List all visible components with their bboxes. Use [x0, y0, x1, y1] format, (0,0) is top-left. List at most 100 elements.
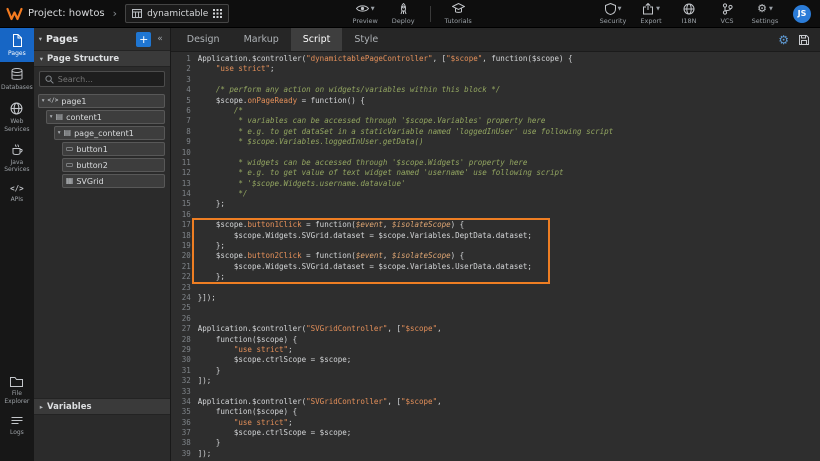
- tutorials-label: Tutorials: [445, 17, 472, 25]
- code-line[interactable]: 34Application.$controller("SVGridControl…: [171, 397, 820, 407]
- code-line[interactable]: 28 function($scope) {: [171, 335, 820, 345]
- code-line[interactable]: 31 }: [171, 366, 820, 376]
- code-line[interactable]: 26: [171, 314, 820, 324]
- table-icon: [132, 9, 142, 18]
- tree-item-svgrid[interactable]: ▦ SVGrid: [62, 174, 165, 188]
- tree-item-page-content1[interactable]: ▾ ▤ page_content1: [54, 126, 165, 140]
- eye-icon: [356, 4, 369, 13]
- tree-item-page1[interactable]: ▾ </> page1: [38, 94, 165, 108]
- user-avatar[interactable]: JS: [793, 5, 811, 23]
- sidebar-item-label: Web Services: [1, 118, 33, 132]
- tree-item-label: page_content1: [74, 129, 134, 138]
- code-line[interactable]: 25: [171, 303, 820, 313]
- tab-markup[interactable]: Markup: [232, 28, 291, 51]
- code-line[interactable]: 8 * e.g. to get dataSet in a staticVaria…: [171, 127, 820, 137]
- code-text: ]);: [191, 376, 212, 386]
- code-text: $scope.ctrlScope = $scope;: [191, 428, 352, 438]
- wavemaker-logo-icon[interactable]: [0, 7, 28, 21]
- sidebar-item-file-explorer[interactable]: File Explorer: [0, 370, 34, 409]
- line-number: 16: [171, 210, 191, 220]
- page-structure-header[interactable]: ▾ Page Structure: [34, 50, 170, 67]
- grid-widget-icon: ▦: [66, 177, 74, 185]
- code-line[interactable]: 35 function($scope) {: [171, 407, 820, 417]
- add-page-button[interactable]: +: [136, 32, 151, 47]
- code-text: }]);: [191, 293, 216, 303]
- settings-label: Settings: [752, 17, 779, 25]
- tree-item-button2[interactable]: ▭ button2: [62, 158, 165, 172]
- line-number: 38: [171, 438, 191, 448]
- code-line[interactable]: 37 $scope.ctrlScope = $scope;: [171, 428, 820, 438]
- tree-item-content1[interactable]: ▾ ▤ content1: [46, 110, 165, 124]
- code-line[interactable]: 24}]);: [171, 293, 820, 303]
- code-line[interactable]: 6 /*: [171, 106, 820, 116]
- save-icon[interactable]: [798, 34, 810, 46]
- code-line[interactable]: 16: [171, 210, 820, 220]
- code-line[interactable]: 10: [171, 148, 820, 158]
- sidebar-item-databases[interactable]: Databases: [0, 62, 34, 96]
- code-line[interactable]: 27Application.$controller("SVGridControl…: [171, 324, 820, 334]
- collapse-panel-icon[interactable]: «: [155, 34, 165, 44]
- variables-header[interactable]: ▸ Variables: [34, 398, 170, 415]
- line-number: 23: [171, 283, 191, 293]
- tutorials-button[interactable]: Tutorials: [439, 3, 477, 25]
- tree-item-button1[interactable]: ▭ button1: [62, 142, 165, 156]
- code-line[interactable]: 22 };: [171, 272, 820, 282]
- code-line[interactable]: 9 * $scope.Variables.loggedInUser.getDat…: [171, 137, 820, 147]
- sidebar-item-java-services[interactable]: Java Services: [0, 138, 34, 178]
- preview-label: Preview: [353, 17, 378, 25]
- tree-item-label: content1: [66, 113, 102, 122]
- code-line[interactable]: 32]);: [171, 376, 820, 386]
- branch-icon: [722, 3, 733, 15]
- editor-settings-gear-icon[interactable]: ⚙: [778, 34, 789, 46]
- code-line[interactable]: 12 * e.g. to get value of text widget na…: [171, 168, 820, 178]
- i18n-button[interactable]: I18N: [670, 3, 708, 25]
- main-area: Pages Databases Web Services Java Servic…: [0, 28, 820, 461]
- code-line[interactable]: 7 * variables can be accessed through '$…: [171, 116, 820, 126]
- page-selector-dropdown[interactable]: dynamictable: [125, 4, 229, 23]
- tab-script[interactable]: Script: [291, 28, 343, 51]
- code-lines: 1Application.$controller("dynamictablePa…: [171, 54, 820, 459]
- settings-button[interactable]: ⚙ ▼ Settings: [746, 3, 784, 25]
- vcs-button[interactable]: VCS: [708, 3, 746, 25]
- sidebar-item-web-services[interactable]: Web Services: [0, 96, 34, 137]
- code-line[interactable]: 3: [171, 75, 820, 85]
- code-line[interactable]: 1Application.$controller("dynamictablePa…: [171, 54, 820, 64]
- code-line[interactable]: 2 "use strict";: [171, 64, 820, 74]
- code-line[interactable]: 21 $scope.Widgets.SVGrid.dataset = $scop…: [171, 262, 820, 272]
- preview-button[interactable]: ▼ Preview: [346, 3, 384, 25]
- tab-design[interactable]: Design: [175, 28, 232, 51]
- security-button[interactable]: ▼ Security: [594, 3, 632, 25]
- caret-down-icon[interactable]: ▾: [42, 98, 45, 104]
- deploy-button[interactable]: Deploy: [384, 3, 422, 25]
- search-input[interactable]: [58, 75, 159, 84]
- code-line[interactable]: 13 * '$scope.Widgets.username.datavalue': [171, 179, 820, 189]
- tab-style[interactable]: Style: [342, 28, 390, 51]
- export-button[interactable]: ▼ Export: [632, 3, 670, 25]
- code-line[interactable]: 14 */: [171, 189, 820, 199]
- code-line[interactable]: 38 }: [171, 438, 820, 448]
- code-line[interactable]: 18 $scope.Widgets.SVGrid.dataset = $scop…: [171, 231, 820, 241]
- sidebar-item-apis[interactable]: </> APIs: [0, 178, 34, 208]
- code-line[interactable]: 30 $scope.ctrlScope = $scope;: [171, 355, 820, 365]
- gear-icon: ⚙: [757, 3, 767, 14]
- code-line[interactable]: 17 $scope.button1Click = function($event…: [171, 220, 820, 230]
- code-line[interactable]: 4 /* perform any action on widgets/varia…: [171, 85, 820, 95]
- page-structure-title: Page Structure: [47, 54, 119, 64]
- code-line[interactable]: 11 * widgets can be accessed through '$s…: [171, 158, 820, 168]
- pages-panel-header[interactable]: ▾ Pages + «: [34, 28, 170, 50]
- sidebar-item-pages[interactable]: Pages: [0, 28, 34, 62]
- caret-down-icon[interactable]: ▾: [50, 114, 53, 120]
- code-line[interactable]: 39]);: [171, 449, 820, 459]
- code-line[interactable]: 20 $scope.button2Click = function($event…: [171, 251, 820, 261]
- script-editor[interactable]: 1Application.$controller("dynamictablePa…: [171, 52, 820, 461]
- code-line[interactable]: 23: [171, 283, 820, 293]
- code-line[interactable]: 5 $scope.onPageReady = function() {: [171, 96, 820, 106]
- code-line[interactable]: 19 };: [171, 241, 820, 251]
- code-line[interactable]: 33: [171, 387, 820, 397]
- code-line[interactable]: 29 "use strict";: [171, 345, 820, 355]
- code-line[interactable]: 15 };: [171, 199, 820, 209]
- sidebar-item-logs[interactable]: Logs: [0, 410, 34, 441]
- caret-down-icon[interactable]: ▾: [58, 130, 61, 136]
- code-line[interactable]: 36 "use strict";: [171, 418, 820, 428]
- apps-grid-icon[interactable]: [213, 9, 222, 18]
